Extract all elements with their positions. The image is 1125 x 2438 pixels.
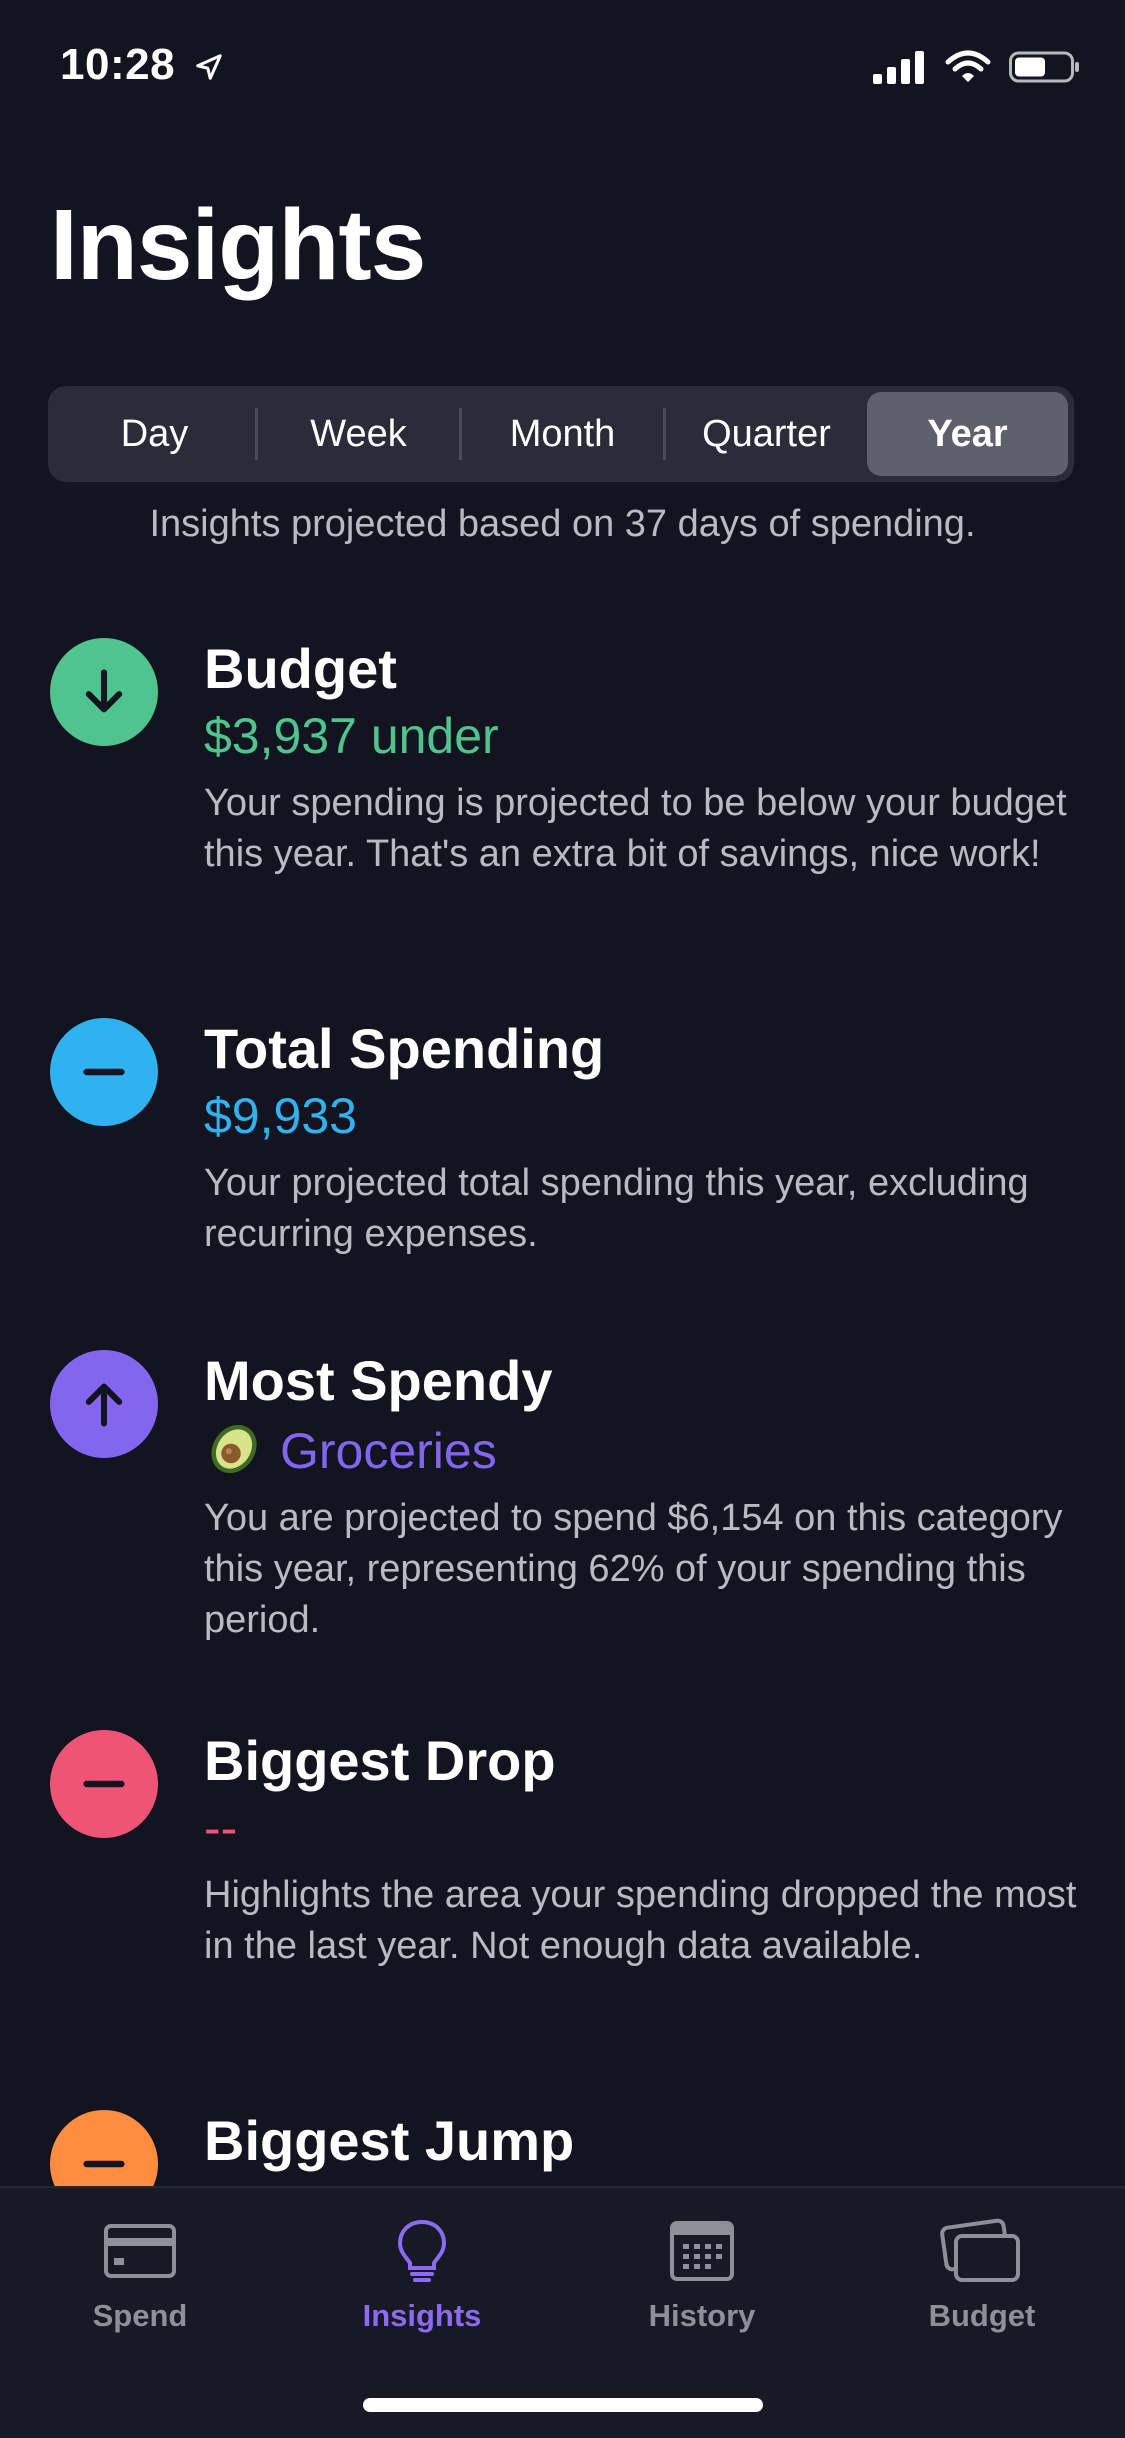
insight-title: Budget <box>204 637 397 700</box>
tab-budget[interactable]: Budget <box>872 2218 1092 2334</box>
tab-label: Insights <box>362 2298 482 2333</box>
minus-icon <box>50 1730 158 1838</box>
segment-quarter[interactable]: Quarter <box>666 392 867 476</box>
insight-description: Highlights the area your spending droppe… <box>204 1874 1077 1967</box>
insight-value: Groceries <box>280 1423 497 1479</box>
home-indicator[interactable] <box>363 2398 763 2412</box>
tab-label: Budget <box>928 2298 1036 2333</box>
lightbulb-icon <box>397 2219 447 2282</box>
insight-title: Biggest Drop <box>204 1729 556 1792</box>
insight-value: $9,933 <box>204 1088 357 1144</box>
clock: 10:28 <box>60 40 176 89</box>
insight-value: -- <box>204 1800 238 1856</box>
segment-year[interactable]: Year <box>867 392 1068 476</box>
tab-insights[interactable]: Insights <box>312 2218 532 2334</box>
insight-description: Your projected total spending this year,… <box>204 1162 1029 1255</box>
status-bar: 10:28 <box>0 0 1125 140</box>
insight-description: Your spending is projected to be below y… <box>204 782 1067 875</box>
segment-day[interactable]: Day <box>54 392 255 476</box>
tab-label: Spend <box>92 2298 188 2333</box>
period-segmented-control: Day Week Month Quarter Year <box>48 386 1074 482</box>
location-arrow-icon <box>196 54 222 81</box>
page-title: Insights <box>50 189 426 301</box>
insights-subtitle: Insights projected based on 37 days of s… <box>149 503 976 545</box>
avocado-icon <box>211 1424 257 1474</box>
calendar-icon <box>670 2221 734 2281</box>
status-icons <box>873 50 1081 84</box>
tab-history[interactable]: History <box>592 2218 812 2334</box>
insight-title: Biggest Jump <box>204 2109 575 2172</box>
cellular-signal-icon <box>873 51 924 84</box>
minus-icon <box>50 1018 158 1126</box>
insight-title: Total Spending <box>204 1017 605 1080</box>
segment-month[interactable]: Month <box>462 392 663 476</box>
wallet-icon <box>940 2218 1020 2282</box>
status-time: 10:28 <box>60 40 224 90</box>
tab-label: History <box>648 2298 756 2333</box>
battery-icon <box>1009 51 1079 83</box>
insight-value: $3,937 under <box>204 708 499 764</box>
arrow-down-icon <box>50 638 158 746</box>
wifi-icon <box>945 50 991 82</box>
arrow-up-icon <box>50 1350 158 1458</box>
card-icon <box>104 2224 176 2278</box>
tab-spend[interactable]: Spend <box>30 2218 250 2334</box>
segment-week[interactable]: Week <box>258 392 459 476</box>
insight-description: You are projected to spend $6,154 on thi… <box>204 1497 1063 1641</box>
insight-value-row: Groceries <box>204 1416 1084 1483</box>
insight-title: Most Spendy <box>204 1349 553 1412</box>
